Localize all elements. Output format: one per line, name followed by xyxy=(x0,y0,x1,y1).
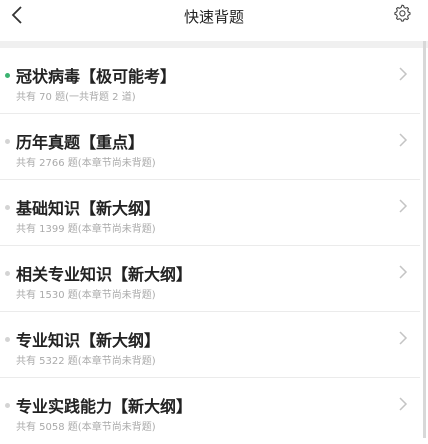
status-dot xyxy=(5,271,10,276)
item-title: 基础知识【新大纲】 xyxy=(16,199,161,218)
item-title: 相关专业知识【新大纲】 xyxy=(16,265,193,284)
item-title: 专业知识【新大纲】 xyxy=(16,331,161,350)
status-dot xyxy=(5,205,10,210)
chapter-list: 冠状病毒【极可能考】 共有 70 题(一共背题 2 道) 历年真题【重点】 共有… xyxy=(0,48,420,444)
item-subtitle: 共有 2766 题(本章节尚未背题) xyxy=(16,158,156,169)
list-item[interactable]: 基础知识【新大纲】 共有 1399 题(本章节尚未背题) xyxy=(0,180,420,246)
status-dot xyxy=(5,337,10,342)
page-title: 快速背题 xyxy=(183,8,244,26)
list-item[interactable]: 冠状病毒【极可能考】 共有 70 题(一共背题 2 道) xyxy=(0,48,420,114)
item-subtitle: 共有 1530 题(本章节尚未背题) xyxy=(16,290,156,301)
item-title: 专业实践能力【新大纲】 xyxy=(16,397,193,416)
header-bar: 快速背题 xyxy=(0,0,428,32)
status-dot xyxy=(5,403,10,408)
chevron-right-icon xyxy=(399,397,408,411)
list-item[interactable]: 专业知识【新大纲】 共有 5322 题(本章节尚未背题) xyxy=(0,312,420,378)
status-dot xyxy=(5,73,10,78)
item-subtitle: 共有 70 题(一共背题 2 道) xyxy=(16,92,136,103)
status-dot xyxy=(5,139,10,144)
item-subtitle: 共有 5322 题(本章节尚未背题) xyxy=(16,356,156,367)
section-divider xyxy=(0,41,428,48)
list-item[interactable]: 专业实践能力【新大纲】 共有 5058 题(本章节尚未背题) xyxy=(0,378,420,444)
item-subtitle: 共有 1399 题(本章节尚未背题) xyxy=(16,224,156,235)
chevron-right-icon xyxy=(399,331,408,345)
chevron-right-icon xyxy=(399,67,408,81)
chevron-right-icon xyxy=(399,133,408,147)
list-item[interactable]: 相关专业知识【新大纲】 共有 1530 题(本章节尚未背题) xyxy=(0,246,420,312)
list-item[interactable]: 历年真题【重点】 共有 2766 题(本章节尚未背题) xyxy=(0,114,420,180)
chevron-right-icon xyxy=(399,199,408,213)
chevron-right-icon xyxy=(399,265,408,279)
scrollbar[interactable] xyxy=(423,41,426,438)
item-title: 冠状病毒【极可能考】 xyxy=(16,67,177,86)
item-subtitle: 共有 5058 题(本章节尚未背题) xyxy=(16,422,156,433)
item-title: 历年真题【重点】 xyxy=(16,133,145,152)
gear-icon[interactable] xyxy=(392,3,412,23)
